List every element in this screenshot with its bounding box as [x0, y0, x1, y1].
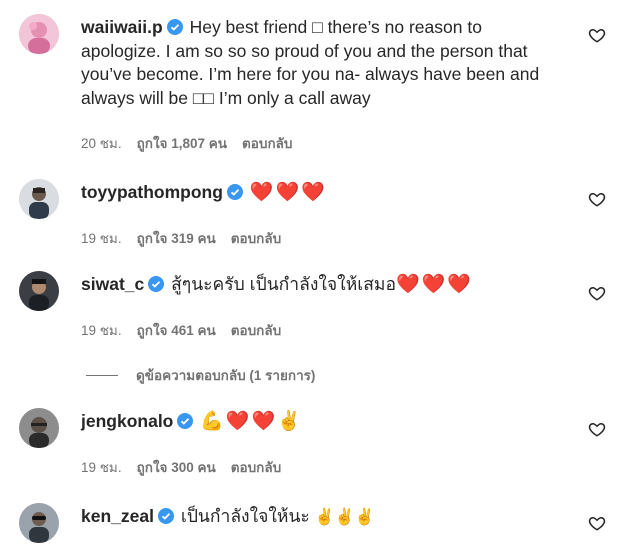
heart-outline-icon[interactable] [588, 26, 606, 44]
comment-time[interactable]: 20 ชม. [81, 132, 122, 154]
replies-divider [86, 374, 118, 376]
verified-badge-icon [148, 276, 165, 292]
comment-emoji: ✌️✌️✌️ [314, 507, 375, 526]
comment-emoji: ❤️❤️❤️ [395, 273, 473, 295]
comment-emoji: 💪❤️❤️✌️ [200, 410, 303, 432]
comment-meta: 20 ชม. ถูกใจ 1,807 คน ตอบกลับ [81, 132, 292, 154]
like-count[interactable]: ถูกใจ 1,807 คน [137, 132, 227, 154]
comment-body: siwat_c สู้ๆนะครับ เป็นกำลังใจให้เสมอ❤️❤… [81, 273, 551, 297]
username[interactable]: siwat_c [81, 274, 144, 294]
comment-time[interactable]: 19 ชม. [81, 227, 122, 249]
reply-button[interactable]: ตอบกลับ [231, 456, 281, 478]
heart-outline-icon[interactable] [588, 284, 606, 302]
comment-meta: 19 ชม. ถูกใจ 319 คน ตอบกลับ [81, 227, 281, 249]
avatar[interactable] [19, 14, 59, 54]
comment-body: ken_zeal เป็นกำลังใจให้นะ ✌️✌️✌️ [81, 505, 551, 529]
comment-meta: 19 ชม. ถูกใจ 300 คน ตอบกลับ [81, 456, 281, 478]
comment-text: เป็นกำลังใจให้นะ [180, 506, 310, 526]
comment-time[interactable]: 19 ชม. [81, 319, 122, 341]
avatar[interactable] [19, 271, 59, 311]
verified-badge-icon [177, 413, 194, 429]
heart-outline-icon[interactable] [588, 190, 606, 208]
verified-badge-icon [226, 184, 243, 200]
heart-outline-icon[interactable] [588, 514, 606, 532]
reply-button[interactable]: ตอบกลับ [231, 319, 281, 341]
heart-outline-icon[interactable] [588, 420, 606, 438]
username[interactable]: waiiwaii.p [81, 17, 163, 37]
avatar[interactable] [19, 408, 59, 448]
like-count[interactable]: ถูกใจ 461 คน [137, 319, 216, 341]
username[interactable]: ken_zeal [81, 506, 154, 526]
view-replies-label: ดูข้อความตอบกลับ (1 รายการ) [136, 368, 316, 383]
verified-badge-icon [157, 508, 174, 524]
reply-button[interactable]: ตอบกลับ [242, 132, 292, 154]
comment-emoji: ❤️❤️❤️ [249, 181, 327, 203]
comment-body: jengkonalo 💪❤️❤️✌️ [81, 410, 551, 434]
like-count[interactable]: ถูกใจ 300 คน [137, 456, 216, 478]
verified-badge-icon [166, 19, 183, 35]
avatar[interactable] [19, 503, 59, 543]
comment-body: waiiwaii.p Hey best friend □ there’s no … [81, 16, 551, 110]
username[interactable]: jengkonalo [81, 411, 173, 431]
username[interactable]: toyypathompong [81, 182, 223, 202]
like-count[interactable]: ถูกใจ 319 คน [137, 227, 216, 249]
comment-body: toyypathompong ❤️❤️❤️ [81, 181, 551, 205]
comment-text: สู้ๆนะครับ เป็นกำลังใจให้เสมอ [171, 274, 396, 294]
view-replies-button[interactable]: ดูข้อความตอบกลับ (1 รายการ) [86, 364, 315, 386]
avatar[interactable] [19, 179, 59, 219]
comment-meta: 19 ชม. ถูกใจ 461 คน ตอบกลับ [81, 319, 281, 341]
reply-button[interactable]: ตอบกลับ [231, 227, 281, 249]
comment-time[interactable]: 19 ชม. [81, 456, 122, 478]
